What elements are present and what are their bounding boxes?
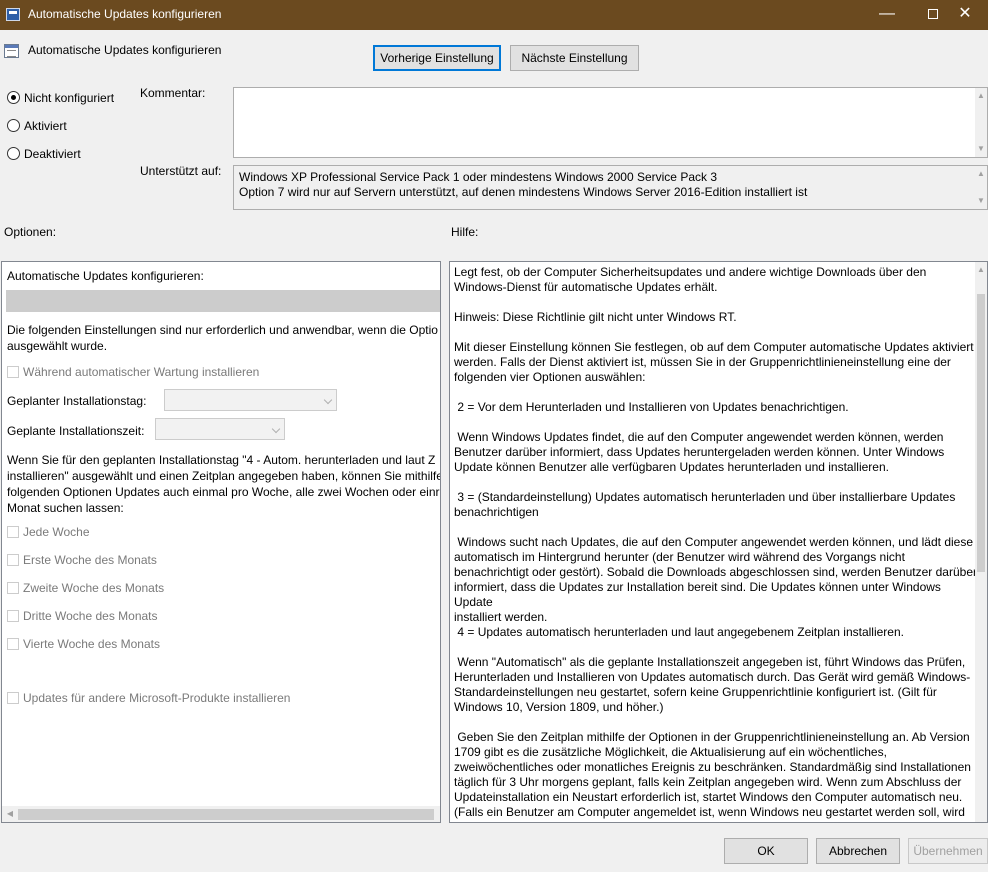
scroll-left-icon[interactable]: ◀ [6, 810, 14, 818]
supported-scrollbar[interactable]: ▲ ▼ [975, 166, 987, 209]
policy-title: Automatische Updates konfigurieren [28, 43, 222, 57]
supported-on-label: Unterstützt auf: [140, 164, 222, 178]
week-first-checkbox[interactable] [7, 554, 19, 566]
chevron-down-icon [323, 395, 333, 405]
apply-button[interactable]: Übernehmen [908, 838, 988, 864]
cancel-button[interactable]: Abbrechen [816, 838, 900, 864]
week-second-label: Zweite Woche des Monats [23, 581, 165, 595]
radio-disabled-label: Deaktiviert [24, 147, 81, 161]
schedule-line-3: folgenden Optionen Updates auch einmal p… [7, 485, 440, 499]
help-paragraph: Legt fest, ob der Computer Sicherheitsup… [454, 265, 927, 294]
help-paragraph: Geben Sie den Zeitplan mithilfe der Opti… [454, 730, 971, 819]
options-hscrollbar[interactable]: ◀ [2, 806, 440, 822]
options-hscroll-thumb[interactable] [18, 809, 434, 820]
schedule-line-4: Monat suchen lassen: [7, 501, 124, 515]
help-paragraph: Wenn "Automatisch" als die geplante Inst… [454, 655, 971, 714]
other-products-label: Updates für andere Microsoft-Produkte in… [23, 691, 291, 705]
scroll-down-icon[interactable]: ▼ [977, 197, 985, 205]
close-button[interactable]: ✕ [942, 0, 988, 30]
options-note-line-1: Die folgenden Einstellungen sind nur erf… [7, 323, 438, 337]
radio-not-configured-indicator[interactable] [7, 91, 20, 104]
install-time-label: Geplante Installationszeit: [7, 424, 145, 438]
schedule-line-2: installieren" ausgewählt und einen Zeitp… [7, 469, 441, 483]
help-header: Hilfe: [451, 225, 479, 239]
help-paragraph: 3 = (Standardeinstellung) Updates automa… [454, 490, 956, 519]
options-note-line-2: ausgewählt wurde. [7, 339, 108, 353]
install-day-label: Geplanter Installationstag: [7, 394, 147, 408]
week-fourth-label: Vierte Woche des Monats [23, 637, 160, 651]
maintenance-label: Während automatischer Wartung installier… [23, 365, 260, 379]
maximize-icon [928, 9, 938, 19]
window-title: Automatische Updates konfigurieren [28, 7, 222, 21]
help-paragraph: 4 = Updates automatisch herunterladen un… [454, 625, 904, 639]
help-paragraph: Wenn Windows Updates findet, die auf den… [454, 430, 945, 474]
help-paragraph: 2 = Vor dem Herunterladen und Installier… [454, 400, 849, 414]
week-third-label: Dritte Woche des Monats [23, 609, 158, 623]
radio-not-configured-label: Nicht konfiguriert [24, 91, 115, 105]
scroll-down-icon[interactable]: ▼ [977, 145, 985, 153]
minimize-button[interactable]: — [864, 0, 910, 30]
next-setting-button[interactable]: Nächste Einstellung [510, 45, 639, 71]
comment-textarea[interactable]: ▲ ▼ [233, 87, 988, 158]
week-second-checkbox[interactable] [7, 582, 19, 594]
week-every-checkbox[interactable] [7, 526, 19, 538]
supported-line-2: Option 7 wird nur auf Servern unterstütz… [239, 185, 808, 199]
radio-disabled-indicator[interactable] [7, 147, 20, 160]
help-paragraph: Mit dieser Einstellung können Sie festle… [454, 340, 974, 384]
install-day-dropdown[interactable] [164, 389, 337, 411]
help-paragraph: Windows sucht nach Updates, die auf den … [454, 535, 977, 624]
maintenance-checkbox[interactable] [7, 366, 19, 378]
policy-setting-icon [4, 44, 19, 58]
week-every-label: Jede Woche [23, 525, 90, 539]
install-time-dropdown[interactable] [155, 418, 285, 440]
previous-setting-button[interactable]: Vorherige Einstellung [373, 45, 501, 71]
configure-dropdown[interactable] [6, 290, 440, 312]
options-header: Optionen: [4, 225, 57, 239]
scroll-up-icon[interactable]: ▲ [977, 92, 985, 100]
radio-enabled-label: Aktiviert [24, 119, 67, 133]
supported-on-box: Windows XP Professional Service Pack 1 o… [233, 165, 988, 210]
supported-line-1: Windows XP Professional Service Pack 1 o… [239, 170, 718, 184]
options-panel: Automatische Updates konfigurieren: Die … [1, 261, 441, 823]
other-products-checkbox[interactable] [7, 692, 19, 704]
week-third-checkbox[interactable] [7, 610, 19, 622]
title-bar: Automatische Updates konfigurieren — ✕ [0, 0, 988, 30]
help-paragraph: Hinweis: Diese Richtlinie gilt nicht unt… [454, 310, 737, 324]
comment-scrollbar[interactable]: ▲ ▼ [975, 88, 987, 157]
radio-enabled-indicator[interactable] [7, 119, 20, 132]
help-scroll-thumb[interactable] [977, 294, 985, 572]
help-panel: Legt fest, ob der Computer Sicherheitsup… [449, 261, 988, 823]
help-scrollbar[interactable]: ▲ [975, 262, 987, 822]
week-fourth-checkbox[interactable] [7, 638, 19, 650]
week-first-label: Erste Woche des Monats [23, 553, 157, 567]
ok-button[interactable]: OK [724, 838, 808, 864]
chevron-down-icon [271, 424, 281, 434]
comment-label: Kommentar: [140, 86, 206, 100]
scroll-up-icon[interactable]: ▲ [977, 170, 985, 178]
options-configure-label: Automatische Updates konfigurieren: [7, 269, 204, 283]
schedule-line-1: Wenn Sie für den geplanten Installations… [7, 453, 436, 467]
app-icon [6, 8, 20, 21]
scroll-up-icon[interactable]: ▲ [977, 266, 985, 274]
